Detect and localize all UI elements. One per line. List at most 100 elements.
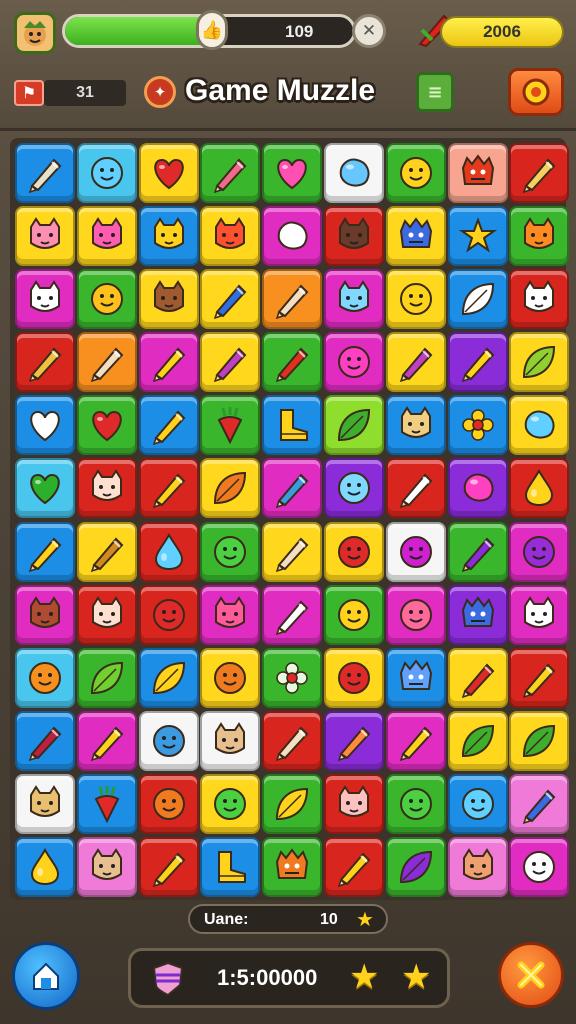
tile[interactable]: [15, 143, 75, 203]
tile[interactable]: [447, 584, 508, 645]
thumbs-up-icon[interactable]: 👍: [196, 10, 228, 50]
tile[interactable]: [76, 395, 137, 456]
tile[interactable]: [76, 837, 137, 898]
tile[interactable]: [262, 206, 323, 267]
tile[interactable]: [323, 206, 384, 267]
tile[interactable]: [200, 584, 261, 645]
tile[interactable]: [509, 521, 570, 582]
tile[interactable]: [447, 206, 508, 267]
tile[interactable]: [509, 206, 570, 267]
tile[interactable]: [138, 837, 199, 898]
tile[interactable]: [447, 269, 508, 330]
tile[interactable]: [15, 521, 75, 582]
tile[interactable]: [509, 143, 570, 203]
tile[interactable]: [323, 269, 384, 330]
tile[interactable]: [138, 647, 199, 708]
tile[interactable]: [76, 332, 137, 393]
tile[interactable]: [262, 521, 323, 582]
close-button[interactable]: [498, 942, 564, 1008]
green-document-icon[interactable]: ≡: [416, 72, 454, 112]
tile[interactable]: [323, 710, 384, 771]
tile[interactable]: [15, 458, 75, 519]
tile[interactable]: [509, 647, 570, 708]
tile[interactable]: [385, 143, 446, 203]
tile[interactable]: [385, 206, 446, 267]
tile[interactable]: [138, 458, 199, 519]
tile[interactable]: [447, 773, 508, 834]
tile[interactable]: [200, 647, 261, 708]
tile[interactable]: [509, 269, 570, 330]
tile[interactable]: [15, 332, 75, 393]
tile[interactable]: [385, 837, 446, 898]
tile[interactable]: [385, 395, 446, 456]
tile[interactable]: [509, 332, 570, 393]
tile[interactable]: [200, 773, 261, 834]
tile[interactable]: [385, 647, 446, 708]
tile[interactable]: [262, 332, 323, 393]
tile[interactable]: [138, 143, 199, 203]
tile[interactable]: [15, 647, 75, 708]
tile[interactable]: [138, 584, 199, 645]
tile[interactable]: [200, 206, 261, 267]
tile[interactable]: [262, 584, 323, 645]
tile[interactable]: [15, 206, 75, 267]
menu-button[interactable]: [508, 68, 564, 116]
tile[interactable]: [15, 773, 75, 834]
tile[interactable]: [262, 143, 323, 203]
tile[interactable]: [323, 647, 384, 708]
tile[interactable]: [15, 710, 75, 771]
tile[interactable]: [200, 332, 261, 393]
tile[interactable]: [509, 773, 570, 834]
tile[interactable]: [262, 395, 323, 456]
tile[interactable]: [385, 332, 446, 393]
tile[interactable]: [138, 206, 199, 267]
tile[interactable]: [200, 710, 261, 771]
tile[interactable]: [15, 584, 75, 645]
tile[interactable]: [447, 395, 508, 456]
tile[interactable]: [200, 143, 261, 203]
tile[interactable]: [76, 647, 137, 708]
tile[interactable]: [76, 458, 137, 519]
tile[interactable]: [262, 458, 323, 519]
tile[interactable]: [509, 837, 570, 898]
tile[interactable]: [200, 521, 261, 582]
tile[interactable]: [385, 773, 446, 834]
x-icon[interactable]: ✕: [352, 14, 386, 48]
tile[interactable]: [385, 584, 446, 645]
tile[interactable]: [15, 269, 75, 330]
tile[interactable]: [76, 269, 137, 330]
tile[interactable]: [76, 710, 137, 771]
tile[interactable]: [447, 837, 508, 898]
tile[interactable]: [138, 521, 199, 582]
tile[interactable]: [447, 143, 508, 203]
tile[interactable]: [138, 710, 199, 771]
tile[interactable]: [76, 773, 137, 834]
tile[interactable]: [385, 458, 446, 519]
tile[interactable]: [447, 332, 508, 393]
tile[interactable]: [323, 332, 384, 393]
tile[interactable]: [385, 521, 446, 582]
tile[interactable]: [138, 395, 199, 456]
tile[interactable]: [138, 332, 199, 393]
home-button[interactable]: [12, 942, 80, 1010]
tile[interactable]: [509, 584, 570, 645]
tile[interactable]: [323, 521, 384, 582]
tile[interactable]: [76, 206, 137, 267]
tile[interactable]: [200, 458, 261, 519]
tile[interactable]: [76, 584, 137, 645]
tile[interactable]: [15, 837, 75, 898]
tile[interactable]: [323, 458, 384, 519]
tile[interactable]: [138, 269, 199, 330]
tile[interactable]: [323, 584, 384, 645]
tile[interactable]: [262, 269, 323, 330]
tile[interactable]: [200, 837, 261, 898]
tile[interactable]: [323, 395, 384, 456]
tile[interactable]: [509, 395, 570, 456]
tile[interactable]: [323, 773, 384, 834]
tile[interactable]: [447, 458, 508, 519]
tile[interactable]: [76, 521, 137, 582]
tile[interactable]: [262, 710, 323, 771]
tile[interactable]: [76, 143, 137, 203]
tile[interactable]: [262, 837, 323, 898]
tile[interactable]: [262, 773, 323, 834]
